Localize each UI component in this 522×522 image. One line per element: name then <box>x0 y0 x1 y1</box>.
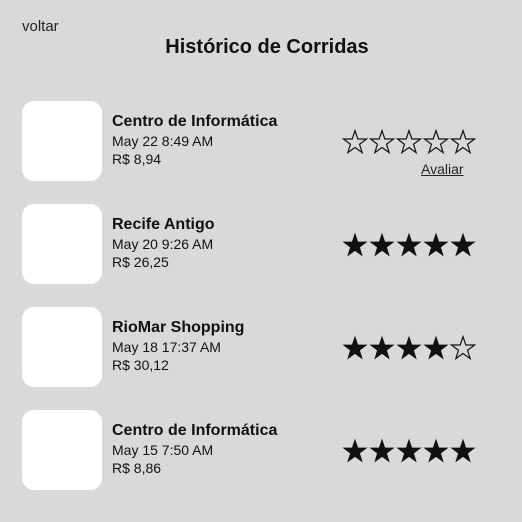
ride-item[interactable]: Recife Antigo May 20 9:26 AM R$ 26,25 <box>0 204 522 284</box>
rating-stars <box>342 232 477 262</box>
star-filled-icon <box>342 438 368 464</box>
rate-link[interactable]: Avaliar <box>421 161 464 177</box>
ride-price: R$ 8,86 <box>112 460 162 476</box>
star-filled-icon <box>450 232 476 258</box>
ride-item[interactable]: RioMar Shopping May 18 17:37 AM R$ 30,12 <box>0 307 522 387</box>
star-filled-icon <box>369 438 395 464</box>
ride-date: May 15 7:50 AM <box>112 442 214 458</box>
star-filled-icon <box>369 232 395 258</box>
ride-thumbnail <box>22 410 102 490</box>
ride-destination: Centro de Informática <box>112 113 278 130</box>
ride-info: Centro de Informática May 15 7:50 AM R$ … <box>112 420 277 477</box>
star-filled-icon <box>342 335 368 361</box>
star-outline-icon[interactable] <box>369 129 395 155</box>
rating-stars[interactable] <box>342 129 477 159</box>
ride-date: May 20 9:26 AM <box>112 236 214 252</box>
star-filled-icon <box>423 232 449 258</box>
star-filled-icon <box>396 232 422 258</box>
back-link[interactable]: voltar <box>22 18 59 35</box>
ride-date: May 18 17:37 AM <box>112 339 221 355</box>
star-filled-icon <box>396 438 422 464</box>
ride-destination: RioMar Shopping <box>112 319 245 336</box>
ride-list: Centro de Informática May 22 8:49 AM R$ … <box>0 101 522 513</box>
ride-price: R$ 26,25 <box>112 254 169 270</box>
star-outline-icon[interactable] <box>423 129 449 155</box>
star-outline-icon[interactable] <box>342 129 368 155</box>
ride-thumbnail <box>22 204 102 284</box>
ride-destination: Recife Antigo <box>112 216 215 233</box>
star-filled-icon <box>423 335 449 361</box>
ride-price: R$ 30,12 <box>112 357 169 373</box>
star-outline-icon[interactable] <box>450 129 476 155</box>
star-filled-icon <box>342 232 368 258</box>
star-filled-icon <box>423 438 449 464</box>
star-outline-icon[interactable] <box>396 129 422 155</box>
ride-item[interactable]: Centro de Informática May 15 7:50 AM R$ … <box>0 410 522 490</box>
ride-thumbnail <box>22 101 102 181</box>
ride-item[interactable]: Centro de Informática May 22 8:49 AM R$ … <box>0 101 522 181</box>
star-outline-icon <box>450 335 476 361</box>
star-filled-icon <box>369 335 395 361</box>
ride-price: R$ 8,94 <box>112 151 162 167</box>
page-title: Histórico de Corridas <box>165 36 369 58</box>
ride-info: Recife Antigo May 20 9:26 AM R$ 26,25 <box>112 214 215 271</box>
rating-stars <box>342 335 477 365</box>
ride-date: May 22 8:49 AM <box>112 133 214 149</box>
ride-thumbnail <box>22 307 102 387</box>
rating-stars <box>342 438 477 468</box>
star-filled-icon <box>396 335 422 361</box>
ride-info: Centro de Informática May 22 8:49 AM R$ … <box>112 111 277 168</box>
star-filled-icon <box>450 438 476 464</box>
ride-info: RioMar Shopping May 18 17:37 AM R$ 30,12 <box>112 317 244 374</box>
ride-destination: Centro de Informática <box>112 422 278 439</box>
